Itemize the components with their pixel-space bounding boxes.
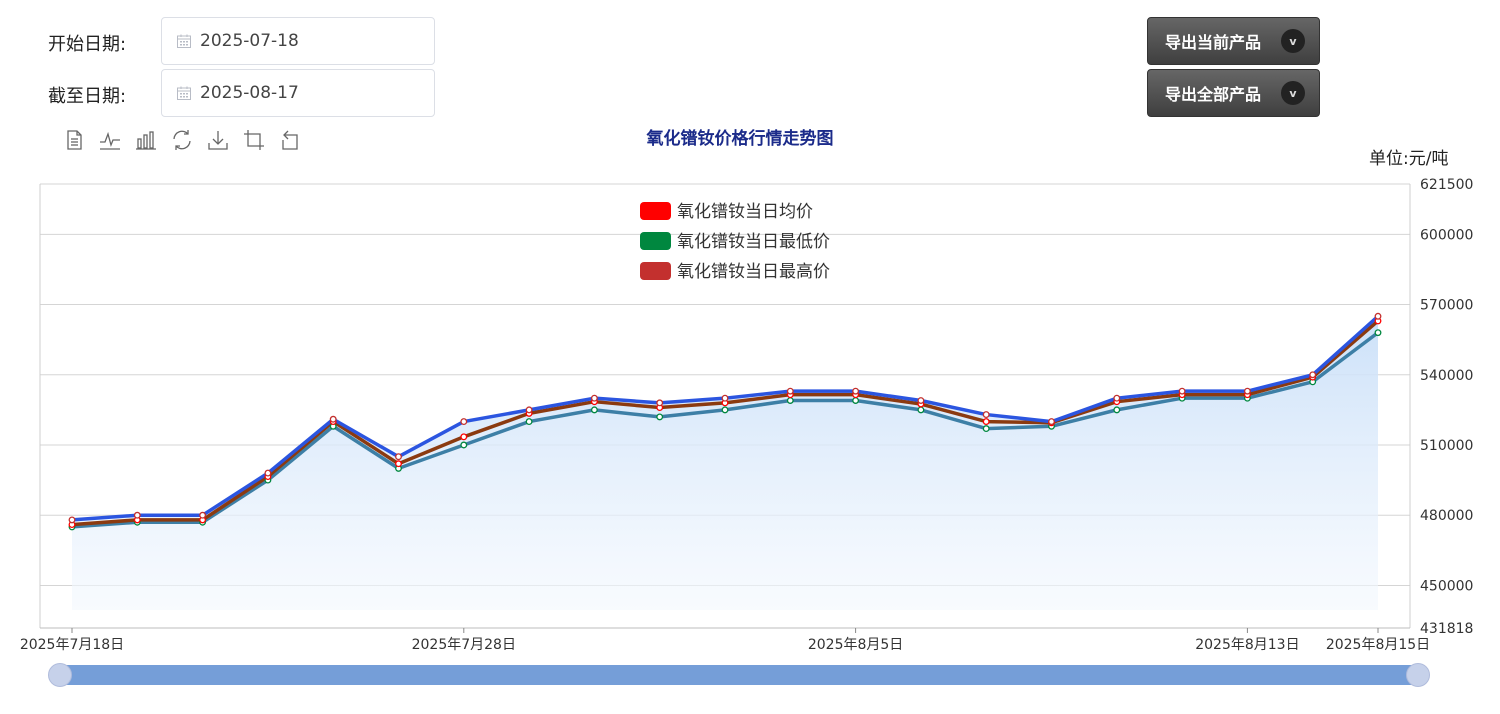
legend-label: 氧化镨钕当日最高价: [677, 262, 830, 282]
y-tick-label: 510000: [1420, 438, 1473, 454]
y-tick-label: 621500: [1420, 177, 1473, 193]
data-point: [982, 418, 990, 426]
legend-swatch: [640, 262, 671, 280]
price-trend-chart: 621500 600000 570000 540000 510000 480000 4500…: [20, 177, 1474, 653]
datazoom-right-handle[interactable]: [1406, 663, 1430, 687]
data-point: [656, 413, 664, 421]
data-point: [786, 387, 794, 395]
data-point: [1178, 387, 1186, 395]
data-point: [1374, 312, 1382, 320]
legend-swatch: [640, 232, 671, 250]
y-tick-label: 480000: [1420, 508, 1473, 524]
data-point: [395, 453, 402, 461]
x-tick-label: 2025年7月28日: [412, 637, 516, 653]
data-point: [460, 433, 468, 441]
data-point: [852, 397, 860, 404]
data-point: [460, 441, 468, 449]
data-point: [525, 406, 533, 414]
data-point: [329, 415, 337, 423]
data-point: [590, 394, 598, 402]
y-tick-label: 450000: [1420, 578, 1473, 594]
data-point: [590, 406, 598, 414]
y-tick-label: 570000: [1420, 298, 1473, 314]
data-point: [264, 469, 272, 477]
x-tick-label: 2025年8月15日: [1326, 637, 1430, 653]
y-tick-label: 600000: [1420, 227, 1473, 243]
data-point: [982, 425, 990, 433]
legend-label: 氧化镨钕当日最低价: [677, 232, 830, 252]
data-point: [917, 397, 925, 404]
y-tick-label: 431818: [1420, 621, 1473, 637]
legend-label: 氧化镨钕当日均价: [677, 202, 813, 222]
x-tick-label: 2025年8月5日: [808, 637, 903, 653]
data-point: [1243, 387, 1251, 395]
y-tick-label: 540000: [1420, 368, 1473, 384]
datazoom-slider-track[interactable]: [58, 665, 1418, 685]
data-point: [982, 411, 990, 419]
data-point: [525, 418, 533, 426]
data-point: [395, 460, 402, 468]
area-fill: [72, 316, 1378, 610]
data-point: [656, 399, 664, 407]
data-point: [721, 394, 729, 402]
data-point: [1048, 418, 1055, 426]
data-point: [721, 406, 729, 414]
data-point: [199, 511, 207, 519]
data-point: [1309, 371, 1317, 379]
data-point: [68, 516, 76, 524]
x-tick-label: 2025年7月18日: [20, 637, 124, 653]
data-point: [133, 511, 141, 519]
data-point: [1374, 329, 1382, 337]
data-point: [1113, 406, 1121, 414]
data-point: [460, 418, 468, 426]
data-point: [917, 406, 925, 414]
data-point: [1113, 394, 1121, 402]
data-point: [786, 397, 794, 404]
data-point: [852, 387, 860, 395]
datazoom-left-handle[interactable]: [48, 663, 72, 687]
x-tick-label: 2025年8月13日: [1195, 637, 1299, 653]
legend-swatch: [640, 202, 671, 220]
